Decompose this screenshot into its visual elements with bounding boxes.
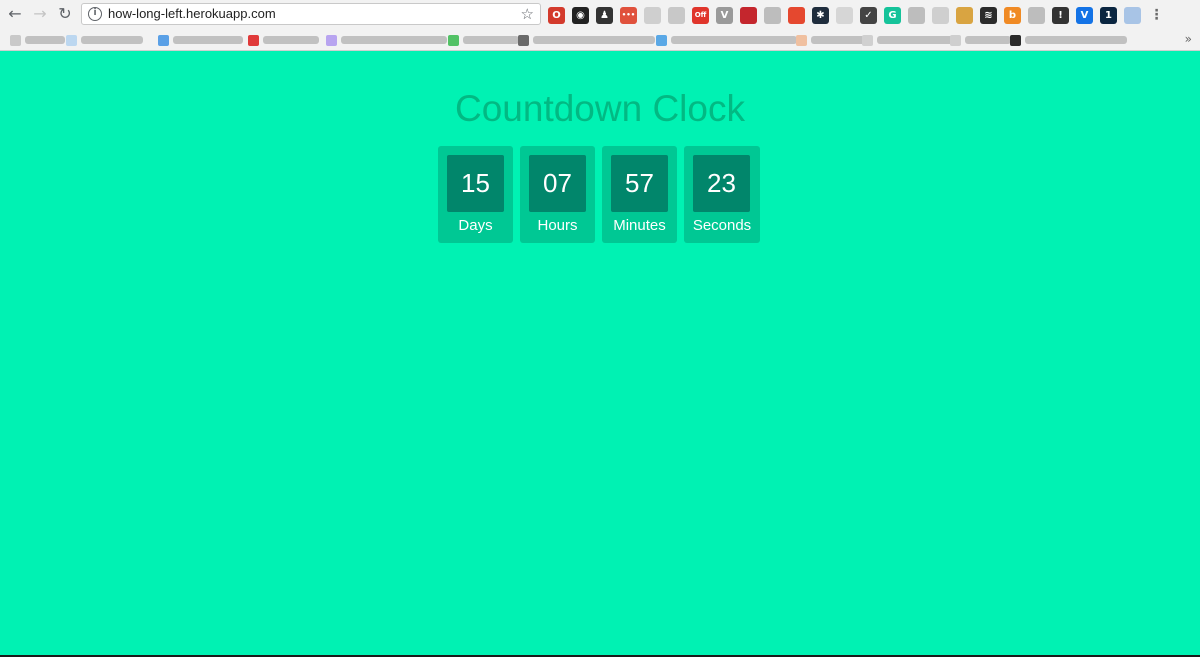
bookmark-item[interactable]: [1010, 34, 1127, 46]
v-blue-extension-icon[interactable]: V: [1076, 6, 1093, 24]
browser-toolbar: ← → ↻ i how-long-left.herokuapp.com ☆ O ◉…: [0, 0, 1200, 29]
kebab-menu-icon[interactable]: ⋮: [1148, 7, 1165, 24]
vee-extension-icon[interactable]: V: [716, 6, 733, 24]
one-password-extension-icon[interactable]: 1: [1100, 6, 1117, 24]
hours-value: 07: [529, 155, 586, 212]
red-box-extension-icon[interactable]: [740, 6, 757, 24]
person-extension-icon[interactable]: [1028, 6, 1045, 24]
address-bar[interactable]: i how-long-left.herokuapp.com ☆: [81, 3, 541, 25]
pocket-extension-icon[interactable]: ✓: [860, 6, 877, 24]
one-info-extension-icon[interactable]: !: [1052, 6, 1069, 24]
minutes-unit: 57 Minutes: [602, 146, 677, 243]
page-title: Countdown Clock: [455, 88, 745, 129]
microscope-extension-icon[interactable]: ♟: [596, 6, 613, 24]
info-icon[interactable]: i: [88, 7, 102, 21]
back-arrow-icon[interactable]: ←: [5, 4, 25, 24]
spark-extension-icon[interactable]: ✱: [812, 6, 829, 24]
mountain-extension-icon[interactable]: [908, 6, 925, 24]
bookmarks-bar: »: [0, 30, 1200, 50]
opera-extension-icon[interactable]: O: [548, 6, 565, 24]
seconds-unit: 23 Seconds: [684, 146, 760, 243]
layers-extension-icon[interactable]: ≋: [980, 6, 997, 24]
bookmark-item[interactable]: [158, 34, 243, 46]
forward-arrow-icon[interactable]: →: [30, 4, 50, 24]
hours-unit: 07 Hours: [520, 146, 595, 243]
bookmark-item[interactable]: [448, 34, 519, 46]
bookmark-item[interactable]: [248, 34, 319, 46]
extensions-bar: O ◉ ♟ ••• Off V ✱ ✓ G ≋ b! V 1 ⋮: [548, 5, 1196, 25]
bookmark-item[interactable]: [862, 34, 953, 46]
countdown-page: Countdown Clock 15 Days 07 Hours 57 Minu…: [0, 52, 1200, 657]
doc-extension-icon[interactable]: [668, 6, 685, 24]
bookmark-item[interactable]: [796, 34, 865, 46]
speech-extension-icon[interactable]: [788, 6, 805, 24]
url-text[interactable]: how-long-left.herokuapp.com: [108, 6, 276, 22]
off-badge-extension-icon[interactable]: Off: [692, 6, 709, 24]
dropbox-extension-icon[interactable]: [1124, 6, 1141, 24]
bookmarks-overflow-icon[interactable]: »: [1185, 32, 1192, 46]
bookmark-item[interactable]: [66, 34, 143, 46]
bookmark-item[interactable]: [518, 34, 655, 46]
bookmark-item[interactable]: [326, 34, 447, 46]
reload-icon[interactable]: ↻: [55, 4, 75, 24]
days-label: Days: [458, 217, 493, 234]
minutes-label: Minutes: [613, 217, 666, 234]
countdown-clock: 15 Days 07 Hours 57 Minutes 23 Seconds: [438, 146, 762, 243]
browser-chrome: ← → ↻ i how-long-left.herokuapp.com ☆ O ◉…: [0, 0, 1200, 51]
bookmark-star-icon[interactable]: ☆: [521, 5, 534, 23]
grammarly-extension-icon[interactable]: G: [884, 6, 901, 24]
seconds-label: Seconds: [692, 217, 752, 234]
days-unit: 15 Days: [438, 146, 513, 243]
eye-extension-icon[interactable]: ◉: [572, 6, 589, 24]
photo-extension-icon[interactable]: [956, 6, 973, 24]
bookmark-item[interactable]: [950, 34, 1011, 46]
bookmark-item[interactable]: [656, 34, 797, 46]
orange-b-extension-icon[interactable]: b: [1004, 6, 1021, 24]
hours-label: Hours: [537, 217, 578, 234]
bird-extension-icon[interactable]: [764, 6, 781, 24]
minutes-value: 57: [611, 155, 668, 212]
bookmark-item[interactable]: [10, 34, 65, 46]
seconds-value: 23: [693, 155, 750, 212]
circle-outline-extension-icon[interactable]: [836, 6, 853, 24]
red-dots-extension-icon[interactable]: •••: [620, 6, 637, 24]
magnifier-extension-icon[interactable]: [932, 6, 949, 24]
days-value: 15: [447, 155, 504, 212]
grey-circle-extension-icon[interactable]: [644, 6, 661, 24]
